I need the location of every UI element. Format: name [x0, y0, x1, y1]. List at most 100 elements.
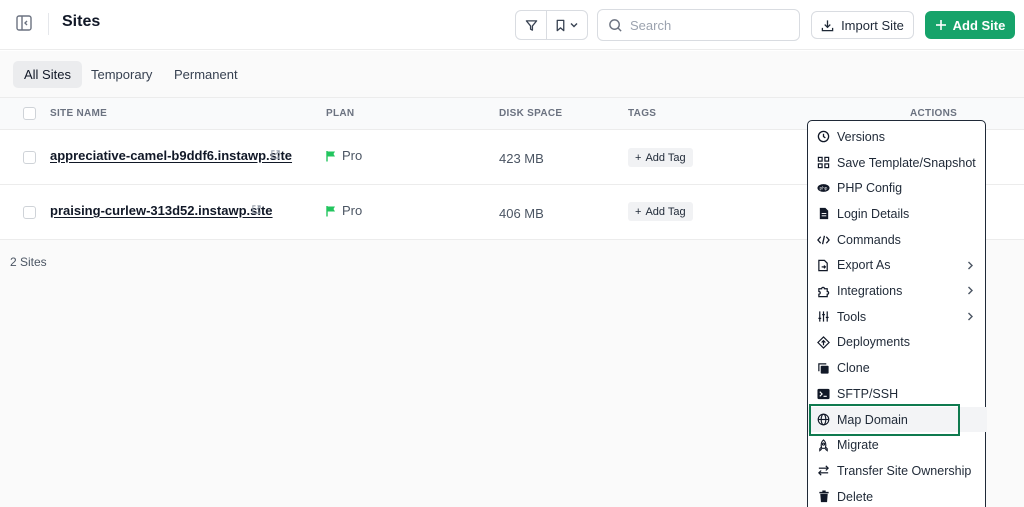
tools-icon [817, 310, 830, 323]
download-icon [821, 19, 834, 31]
import-site-label: Import Site [841, 17, 904, 33]
plus-icon: + [635, 205, 642, 218]
menu-item-commands[interactable]: Commands [808, 227, 987, 253]
menu-item-label: Delete [837, 489, 874, 504]
export-icon [817, 259, 830, 272]
menu-item-export-as[interactable]: Export As [808, 253, 987, 279]
disk-space-value: 406 MB [499, 206, 544, 221]
row-checkbox[interactable] [23, 151, 36, 164]
add-site-label: Add Site [952, 17, 1006, 33]
menu-item-label: Save Template/Snapshot [837, 155, 976, 170]
flag-icon [326, 205, 335, 216]
chevron-right-icon [968, 312, 973, 321]
tab-temporary[interactable]: Temporary [80, 61, 163, 88]
row-checkbox[interactable] [23, 206, 36, 219]
transfer-icon [817, 464, 830, 477]
menu-item-label: Commands [837, 232, 901, 247]
column-header-tags: TAGS [628, 108, 657, 119]
top-bar: Sites Import Site [0, 0, 1024, 50]
puzzle-icon [817, 285, 830, 298]
select-all-checkbox[interactable] [23, 107, 36, 120]
filter-icon [525, 19, 537, 31]
menu-item-php-config[interactable]: php PHP Config [808, 175, 987, 201]
sidebar-toggle-icon[interactable] [15, 14, 33, 32]
bookmark-dropdown-button[interactable] [546, 11, 587, 39]
document-icon [817, 207, 830, 220]
tab-all-sites[interactable]: All Sites [13, 61, 82, 88]
menu-item-save-template[interactable]: Save Template/Snapshot [808, 150, 987, 176]
bookmark-icon [556, 19, 565, 31]
chevron-down-icon [570, 23, 578, 28]
plan-cell: Pro [326, 148, 362, 163]
menu-item-integrations[interactable]: Integrations [808, 278, 987, 304]
rocket-icon [817, 438, 830, 452]
code-icon [817, 233, 830, 246]
chevron-right-icon [968, 261, 973, 269]
column-header-site-name[interactable]: SITE NAME [50, 108, 107, 119]
chevron-right-icon [968, 286, 973, 295]
menu-item-transfer-ownership[interactable]: Transfer Site Ownership [808, 458, 987, 484]
tabs-bar: All Sites Temporary Permanent [0, 51, 1024, 97]
add-tag-button[interactable]: + Add Tag [628, 148, 693, 167]
menu-item-clone[interactable]: Clone [808, 355, 987, 381]
menu-item-label: PHP Config [837, 181, 903, 196]
menu-item-login-details[interactable]: Login Details [808, 201, 987, 227]
php-icon: php [817, 182, 830, 195]
site-link[interactable]: appreciative-camel-b9ddf6.instawp.site [50, 148, 292, 163]
menu-item-versions[interactable]: Versions [808, 124, 987, 150]
menu-item-deployments[interactable]: Deployments [808, 330, 987, 356]
filter-button[interactable] [516, 11, 546, 39]
filter-group [515, 10, 588, 40]
disk-space-value: 423 MB [499, 151, 544, 166]
search-icon [609, 18, 622, 32]
actions-menu: Versions Save Template/Snapshot php PHP … [807, 120, 987, 507]
plus-icon [935, 20, 946, 30]
grid-icon [817, 156, 830, 169]
column-header-plan[interactable]: PLAN [326, 108, 354, 119]
menu-item-label: Migrate [837, 438, 879, 453]
header-divider [48, 13, 49, 35]
external-link-icon[interactable] [270, 149, 281, 160]
deploy-icon [817, 336, 830, 349]
import-site-button[interactable]: Import Site [811, 11, 914, 39]
add-tag-label: Add Tag [645, 151, 686, 164]
menu-item-tools[interactable]: Tools [808, 304, 987, 330]
tab-permanent[interactable]: Permanent [163, 61, 249, 88]
menu-item-map-domain[interactable]: Map Domain [808, 406, 987, 433]
menu-item-delete[interactable]: Delete [808, 484, 987, 507]
menu-item-sftp-ssh[interactable]: SFTP/SSH [808, 381, 987, 407]
clock-icon [817, 130, 830, 143]
globe-icon [817, 413, 830, 426]
menu-item-label: Export As [837, 258, 891, 273]
add-site-button[interactable]: Add Site [925, 11, 1015, 39]
search-box [597, 9, 800, 41]
menu-item-label: Transfer Site Ownership [837, 463, 972, 478]
menu-item-label: Login Details [837, 206, 910, 221]
column-header-disk-space[interactable]: DISK SPACE [499, 108, 562, 119]
svg-text:php: php [820, 186, 828, 191]
flag-icon [326, 150, 335, 161]
site-count: 2 Sites [10, 255, 47, 269]
search-input[interactable] [630, 17, 780, 33]
add-tag-button[interactable]: + Add Tag [628, 202, 693, 221]
menu-item-label: Tools [837, 309, 867, 324]
menu-item-label: SFTP/SSH [837, 386, 899, 401]
plan-cell: Pro [326, 203, 362, 218]
menu-item-migrate[interactable]: Migrate [808, 432, 987, 458]
column-header-actions: ACTIONS [910, 108, 958, 119]
menu-item-label: Integrations [837, 284, 903, 299]
copy-icon [817, 362, 830, 375]
plus-icon: + [635, 151, 642, 164]
page-title: Sites [62, 13, 101, 30]
trash-icon [817, 490, 830, 503]
menu-item-label: Deployments [837, 335, 910, 350]
site-link[interactable]: praising-curlew-313d52.instawp.site [50, 203, 273, 218]
add-tag-label: Add Tag [645, 205, 686, 218]
menu-item-label: Map Domain [837, 412, 908, 427]
plan-label: Pro [342, 203, 363, 218]
terminal-icon [817, 387, 830, 400]
menu-item-label: Clone [837, 361, 870, 376]
plan-label: Pro [342, 148, 363, 163]
external-link-icon[interactable] [251, 204, 262, 215]
menu-item-label: Versions [837, 129, 885, 144]
